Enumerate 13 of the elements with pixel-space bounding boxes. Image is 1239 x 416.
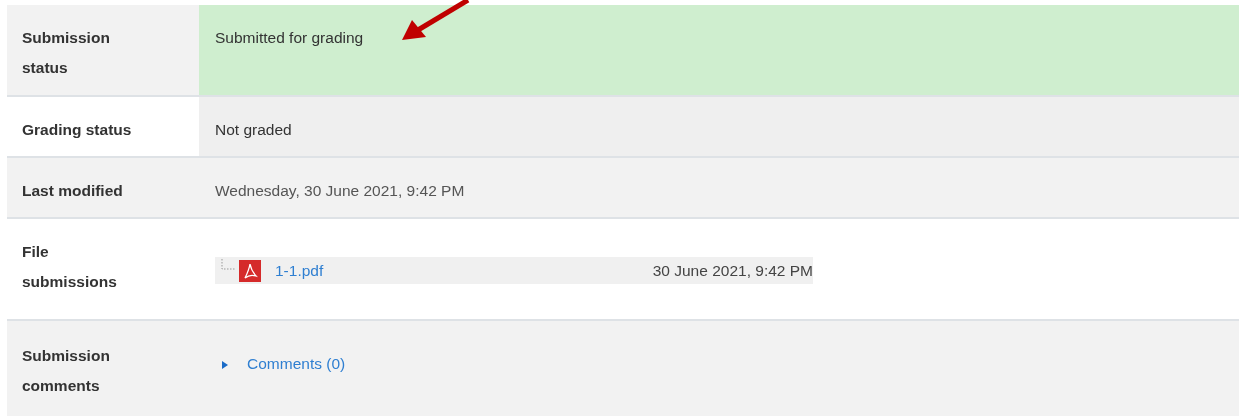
status-cell: Submitted for grading (199, 5, 1239, 95)
pdf-icon (239, 259, 261, 282)
tree-connector-icon (221, 259, 235, 273)
row-label: Submission status (22, 28, 111, 79)
status-cell: Not graded (199, 97, 1239, 156)
row-label: File submissions (22, 242, 118, 293)
row-label: Last modified (22, 181, 124, 201)
date-text: Wednesday, 30 June 2021, 9:42 PM (215, 182, 465, 199)
comments-link[interactable]: Comments (0) (221, 349, 346, 380)
row-label: Grading status (22, 120, 133, 140)
row-label: Submission comments (22, 346, 111, 397)
file-link[interactable]: 1-1.pdf (275, 259, 324, 283)
file-date: 30 June 2021, 9:42 PM (652, 261, 813, 281)
